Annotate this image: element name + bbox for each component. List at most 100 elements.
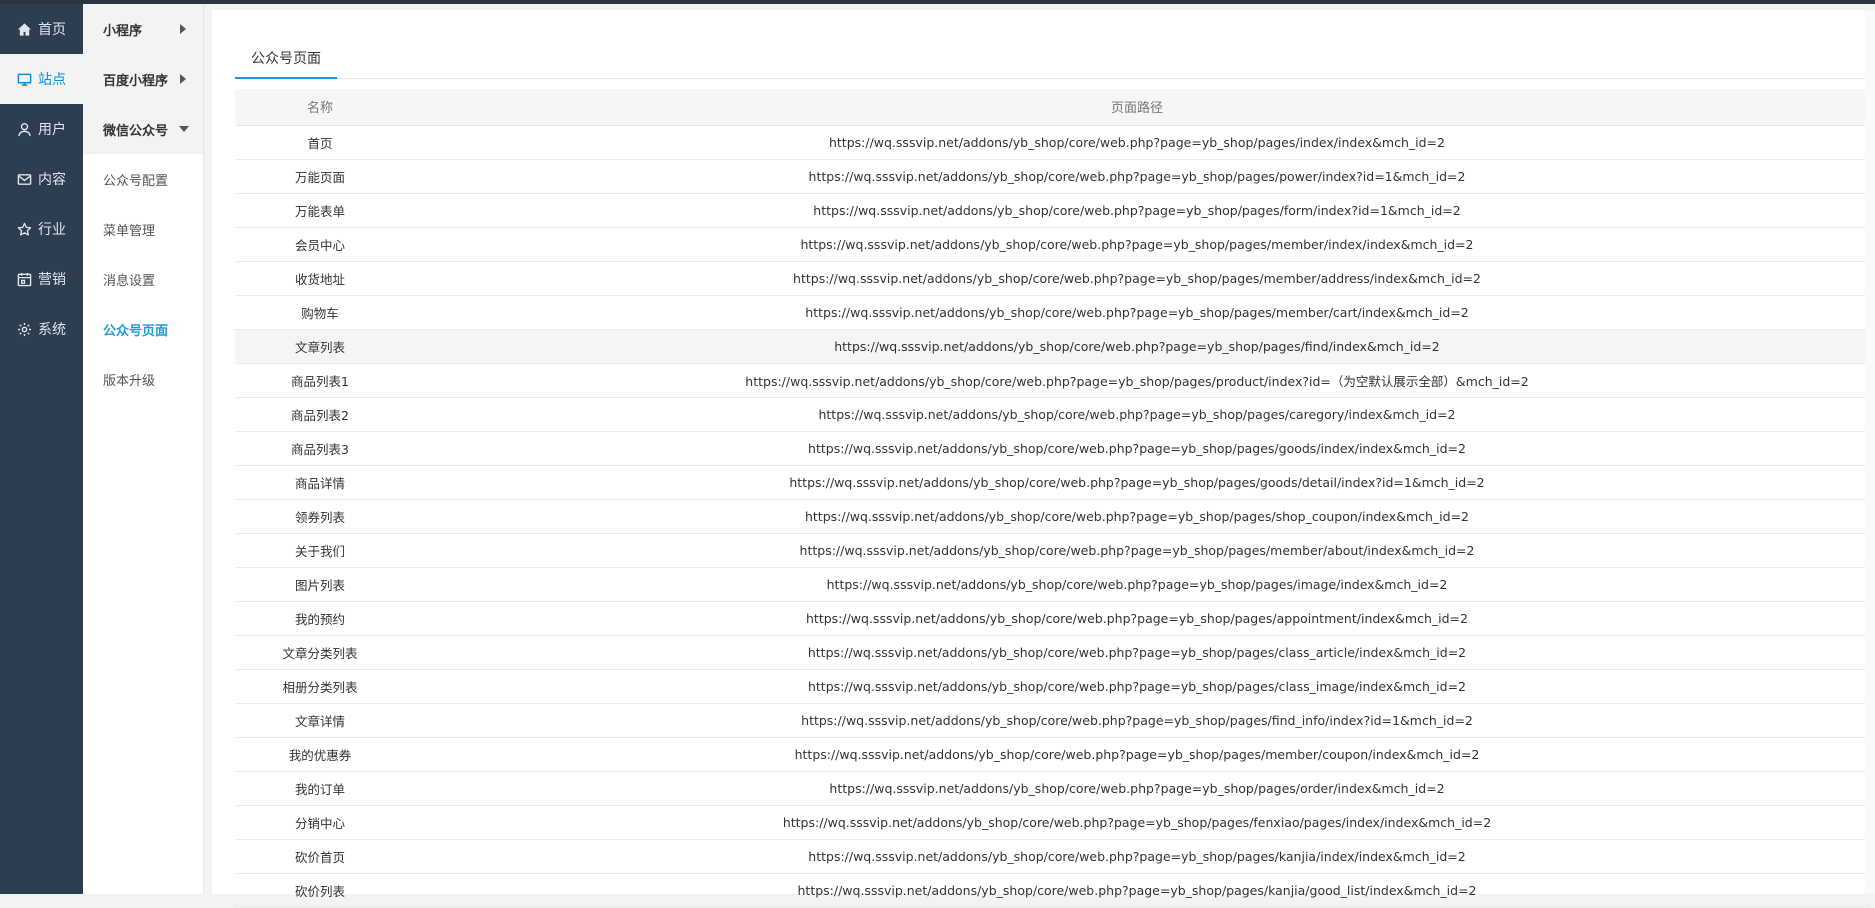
table-row: 分销中心 https://wq.sssvip.net/addons/yb_shop… — [235, 805, 1869, 840]
cell-path: https://wq.sssvip.net/addons/yb_shop/cor… — [405, 737, 1869, 772]
monitor-icon — [16, 71, 32, 87]
primary-sidebar: 首页站点用户内容行业营销系统 — [0, 4, 83, 894]
cell-name: 砍价首页 — [235, 839, 405, 874]
cell-name: 文章列表 — [235, 329, 405, 364]
nav-item-5[interactable]: 营销 — [0, 254, 83, 304]
subnav-item-4[interactable]: 菜单管理 — [83, 204, 203, 254]
table-row: 收货地址 https://wq.sssvip.net/addons/yb_shop… — [235, 261, 1869, 296]
cell-name: 商品列表1 — [235, 363, 405, 398]
table-row: 商品列表2 https://wq.sssvip.net/addons/yb_sho… — [235, 397, 1869, 432]
subnav-item-6[interactable]: 公众号页面 — [83, 304, 203, 354]
header-path: 页面路径 — [405, 89, 1869, 126]
cell-name: 文章详情 — [235, 703, 405, 738]
nav-item-3[interactable]: 内容 — [0, 154, 83, 204]
calendar-icon — [16, 271, 32, 287]
subnav-item-7[interactable]: 版本升级 — [83, 354, 203, 404]
subnav-item-2[interactable]: 微信公众号 — [83, 104, 203, 154]
cell-path: https://wq.sssvip.net/addons/yb_shop/cor… — [405, 805, 1869, 840]
cell-path: https://wq.sssvip.net/addons/yb_shop/cor… — [405, 159, 1869, 194]
cell-name: 文章分类列表 — [235, 635, 405, 670]
table-row: 文章详情 https://wq.sssvip.net/addons/yb_shop… — [235, 703, 1869, 738]
nav-item-6[interactable]: 系统 — [0, 304, 83, 354]
cell-path: https://wq.sssvip.net/addons/yb_shop/cor… — [405, 669, 1869, 704]
table-row: 砍价首页 https://wq.sssvip.net/addons/yb_shop… — [235, 839, 1869, 874]
nav-item-label: 用户 — [38, 122, 66, 138]
cell-name: 分销中心 — [235, 805, 405, 840]
nav-item-0[interactable]: 首页 — [0, 4, 83, 54]
cell-path: https://wq.sssvip.net/addons/yb_shop/cor… — [405, 771, 1869, 806]
cell-path: https://wq.sssvip.net/addons/yb_shop/cor… — [405, 601, 1869, 636]
main-content: 公众号页面 名称 页面路径 首页 https://wq.sssvip.net/ad… — [212, 10, 1875, 908]
subnav-item-label: 版本升级 — [103, 373, 156, 389]
subnav-item-label: 菜单管理 — [103, 223, 156, 239]
table-row: 我的订单 https://wq.sssvip.net/addons/yb_shop… — [235, 771, 1869, 806]
cell-path: https://wq.sssvip.net/addons/yb_shop/cor… — [405, 193, 1869, 228]
table-row: 首页 https://wq.sssvip.net/addons/yb_shop/c… — [235, 125, 1869, 160]
cell-path: https://wq.sssvip.net/addons/yb_shop/cor… — [405, 635, 1869, 670]
gear-icon — [16, 321, 32, 337]
cell-name: 商品详情 — [235, 465, 405, 500]
header-name: 名称 — [235, 89, 405, 126]
subnav-item-3[interactable]: 公众号配置 — [83, 154, 203, 204]
cell-name: 我的优惠券 — [235, 737, 405, 772]
tab-bar: 公众号页面 — [235, 34, 1875, 79]
subnav-item-label: 公众号配置 — [103, 173, 169, 189]
nav-item-label: 营销 — [38, 272, 66, 288]
cell-name: 商品列表3 — [235, 431, 405, 466]
table-row: 领券列表 https://wq.sssvip.net/addons/yb_shop… — [235, 499, 1869, 534]
subnav-item-label: 小程序 — [103, 23, 143, 39]
cell-path: https://wq.sssvip.net/addons/yb_shop/cor… — [405, 329, 1869, 364]
cell-path: https://wq.sssvip.net/addons/yb_shop/cor… — [405, 567, 1869, 602]
cell-name: 领券列表 — [235, 499, 405, 534]
cell-name: 相册分类列表 — [235, 669, 405, 704]
table-row: 购物车 https://wq.sssvip.net/addons/yb_shop/… — [235, 295, 1869, 330]
nav-item-label: 站点 — [38, 72, 66, 88]
subnav-item-label: 公众号页面 — [103, 323, 169, 339]
star-icon — [16, 221, 32, 237]
subnav-item-5[interactable]: 消息设置 — [83, 254, 203, 304]
cell-name: 万能表单 — [235, 193, 405, 228]
caret-down-icon — [179, 126, 189, 132]
cell-name: 万能页面 — [235, 159, 405, 194]
table-row: 相册分类列表 https://wq.sssvip.net/addons/yb_sh… — [235, 669, 1869, 704]
secondary-sidebar: 小程序百度小程序 微信公众号公众号配置菜单管理消息设置公众号页面版本升级 — [83, 4, 204, 894]
subnav-item-1[interactable]: 百度小程序 — [83, 54, 203, 104]
caret-right-icon — [180, 74, 186, 84]
cell-name: 会员中心 — [235, 227, 405, 262]
cell-path: https://wq.sssvip.net/addons/yb_shop/cor… — [405, 261, 1869, 296]
table-row: 我的预约 https://wq.sssvip.net/addons/yb_shop… — [235, 601, 1869, 636]
table-row: 砍价列表 https://wq.sssvip.net/addons/yb_shop… — [235, 873, 1869, 908]
pages-table-container: 名称 页面路径 首页 https://wq.sssvip.net/addons/y… — [235, 89, 1869, 908]
tab-official-account-pages[interactable]: 公众号页面 — [235, 34, 337, 79]
nav-item-4[interactable]: 行业 — [0, 204, 83, 254]
table-row: 会员中心 https://wq.sssvip.net/addons/yb_shop… — [235, 227, 1869, 262]
nav-item-label: 系统 — [38, 322, 66, 338]
scrollbar[interactable] — [1865, 10, 1875, 894]
cell-name: 购物车 — [235, 295, 405, 330]
subnav-item-0[interactable]: 小程序 — [83, 4, 203, 54]
cell-path: https://wq.sssvip.net/addons/yb_shop/cor… — [405, 873, 1869, 908]
cell-path: https://wq.sssvip.net/addons/yb_shop/cor… — [405, 227, 1869, 262]
nav-item-2[interactable]: 用户 — [0, 104, 83, 154]
top-bar — [0, 0, 1875, 4]
pages-table: 名称 页面路径 首页 https://wq.sssvip.net/addons/y… — [235, 89, 1869, 908]
cell-path: https://wq.sssvip.net/addons/yb_shop/cor… — [405, 431, 1869, 466]
table-row: 商品列表3 https://wq.sssvip.net/addons/yb_sho… — [235, 431, 1869, 466]
cell-name: 我的预约 — [235, 601, 405, 636]
cell-path: https://wq.sssvip.net/addons/yb_shop/cor… — [405, 465, 1869, 500]
table-row: 文章列表 https://wq.sssvip.net/addons/yb_shop… — [235, 329, 1869, 364]
cell-name: 图片列表 — [235, 567, 405, 602]
cell-name: 首页 — [235, 125, 405, 160]
cell-name: 收货地址 — [235, 261, 405, 296]
table-row: 万能页面 https://wq.sssvip.net/addons/yb_shop… — [235, 159, 1869, 194]
table-row: 文章分类列表 https://wq.sssvip.net/addons/yb_sh… — [235, 635, 1869, 670]
table-row: 商品列表1 https://wq.sssvip.net/addons/yb_sho… — [235, 363, 1869, 398]
cell-path: https://wq.sssvip.net/addons/yb_shop/cor… — [405, 125, 1869, 160]
cell-name: 砍价列表 — [235, 873, 405, 908]
cell-name: 商品列表2 — [235, 397, 405, 432]
user-icon — [16, 121, 32, 137]
nav-item-label: 行业 — [38, 222, 66, 238]
table-header-row: 名称 页面路径 — [235, 89, 1869, 126]
cell-path: https://wq.sssvip.net/addons/yb_shop/cor… — [405, 499, 1869, 534]
nav-item-1[interactable]: 站点 — [0, 54, 83, 104]
